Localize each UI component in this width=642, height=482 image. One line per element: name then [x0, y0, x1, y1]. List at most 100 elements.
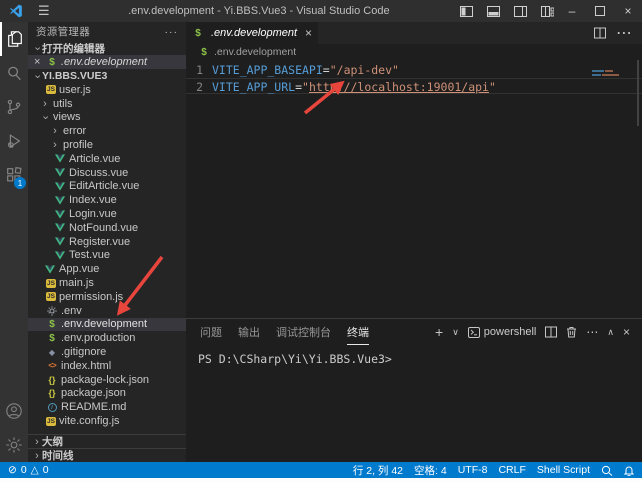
settings-gear-icon[interactable] — [0, 428, 28, 462]
chevron-right-icon: › — [50, 139, 60, 151]
tree-item-main.js[interactable]: JSmain.js — [28, 276, 186, 290]
split-terminal-icon[interactable] — [545, 326, 557, 338]
code-editor[interactable]: 1VITE_APP_BASEAPI="/api-dev"2VITE_APP_UR… — [186, 60, 642, 318]
tree-item-editarticle.vue[interactable]: EditArticle.vue — [28, 180, 186, 194]
breadcrumb-file-label: .env.development — [214, 46, 296, 58]
file-label: Login.vue — [69, 208, 117, 220]
code-line-1[interactable]: 1VITE_APP_BASEAPI="/api-dev" — [186, 62, 642, 78]
tree-item-views[interactable]: ›views — [28, 111, 186, 125]
panel-tab-3[interactable]: 终端 — [347, 320, 369, 345]
toggle-secondary-sidebar-icon[interactable] — [514, 6, 527, 17]
chevron-down-icon: › — [40, 113, 52, 123]
panel-tab-1[interactable]: 输出 — [238, 320, 260, 345]
tree-item-package.json[interactable]: {}package.json — [28, 387, 186, 401]
account-icon[interactable] — [0, 394, 28, 428]
tree-item-permission.js[interactable]: JSpermission.js — [28, 290, 186, 304]
code-line-2[interactable]: 2VITE_APP_URL="http://localhost:19001/ap… — [186, 78, 642, 94]
status-item-2[interactable]: UTF-8 — [458, 464, 488, 476]
minimize-button[interactable]: – — [558, 0, 586, 22]
toggle-panel-icon[interactable] — [487, 6, 500, 17]
panel-tab-bar: 问题输出调试控制台终端 + ∨ powershell ⋯ ∧ × — [186, 319, 642, 345]
status-item-4[interactable]: Shell Script — [537, 464, 590, 476]
maximize-panel-icon[interactable]: ∧ — [607, 327, 614, 338]
breadcrumb[interactable]: $ .env.development — [186, 44, 642, 60]
tree-item-notfound.vue[interactable]: NotFound.vue — [28, 221, 186, 235]
notifications-bell-icon[interactable] — [624, 465, 634, 476]
timeline-section[interactable]: › 时间线 — [28, 448, 186, 462]
terminal-output[interactable]: PS D:\CSharp\Yi\Yi.BBS.Vue3> — [186, 345, 642, 366]
sidebar-more-actions-icon[interactable]: ··· — [165, 26, 179, 38]
tree-item-user.js[interactable]: JSuser.js — [28, 83, 186, 97]
dollar-env-icon: $ — [192, 28, 204, 39]
tree-item-utils[interactable]: ›utils — [28, 97, 186, 111]
menu-hamburger-icon[interactable]: ☰ — [30, 3, 58, 19]
close-editor-icon[interactable]: × — [34, 56, 46, 68]
split-editor-icon[interactable] — [594, 27, 606, 39]
outline-section[interactable]: › 大纲 — [28, 434, 186, 448]
tree-item-.gitignore[interactable]: ◆.gitignore — [28, 345, 186, 359]
search-icon[interactable] — [0, 56, 28, 90]
tree-item-article.vue[interactable]: Article.vue — [28, 152, 186, 166]
tab-env-development[interactable]: $ .env.development × — [186, 22, 318, 44]
tree-item-vite.config.js[interactable]: JSvite.config.js — [28, 414, 186, 428]
chevron-right-icon: › — [50, 125, 60, 137]
editor-more-actions-icon[interactable]: ⋯ — [616, 23, 632, 43]
dollar-env-icon: $ — [46, 333, 58, 344]
editor-scrollbar[interactable] — [637, 60, 639, 126]
errors-icon: ⊘ — [8, 464, 17, 476]
tree-item-profile[interactable]: ›profile — [28, 138, 186, 152]
chevron-right-icon: › — [40, 98, 50, 110]
status-item-0[interactable]: 行 2, 列 42 — [353, 463, 403, 478]
workspace-label: YI.BBS.VUE3 — [42, 70, 107, 82]
open-editor-label: .env.development — [61, 56, 147, 68]
close-panel-icon[interactable]: × — [623, 325, 630, 339]
kill-terminal-trash-icon[interactable] — [566, 326, 577, 338]
workspace-section[interactable]: › YI.BBS.VUE3 — [28, 69, 186, 83]
tree-item-discuss.vue[interactable]: Discuss.vue — [28, 166, 186, 180]
tree-item-index.vue[interactable]: Index.vue — [28, 193, 186, 207]
file-label: .env.production — [61, 332, 135, 344]
open-editor-item[interactable]: ×$.env.development — [28, 55, 186, 69]
close-window-button[interactable]: × — [614, 0, 642, 22]
toggle-sidebar-icon[interactable] — [460, 6, 473, 17]
maximize-button[interactable] — [586, 0, 614, 22]
new-terminal-icon[interactable]: + — [435, 324, 443, 340]
terminal-dropdown-icon[interactable]: ∨ — [452, 327, 459, 338]
tree-item-.env.production[interactable]: $.env.production — [28, 331, 186, 345]
screenshot-edge — [0, 478, 642, 482]
tree-item-app.vue[interactable]: App.vue — [28, 262, 186, 276]
tab-label: .env.development — [211, 27, 301, 39]
file-label: NotFound.vue — [69, 222, 138, 234]
feedback-icon[interactable] — [601, 465, 613, 476]
line-number: 1 — [186, 62, 212, 78]
status-item-3[interactable]: CRLF — [498, 464, 525, 476]
line-content: VITE_APP_URL="http://localhost:19001/api… — [212, 79, 496, 93]
tree-item-login.vue[interactable]: Login.vue — [28, 207, 186, 221]
title-bar: ☰ .env.development - Yi.BBS.Vue3 - Visua… — [0, 0, 642, 22]
minimap[interactable] — [592, 70, 620, 78]
panel-tab-2[interactable]: 调试控制台 — [276, 320, 331, 345]
file-tree: JSuser.js›utils›views›error›profileArtic… — [28, 83, 186, 434]
tree-item-register.vue[interactable]: Register.vue — [28, 235, 186, 249]
panel-tab-0[interactable]: 问题 — [200, 320, 222, 345]
tree-item-.env.development[interactable]: $.env.development — [28, 318, 186, 332]
tree-item-readme.md[interactable]: iREADME.md — [28, 400, 186, 414]
run-and-debug-icon[interactable] — [0, 124, 28, 158]
status-item-1[interactable]: 空格: 4 — [414, 463, 447, 478]
explorer-icon[interactable] — [0, 22, 28, 56]
tree-item-error[interactable]: ›error — [28, 124, 186, 138]
extensions-icon[interactable]: 1 — [0, 158, 28, 192]
source-control-icon[interactable] — [0, 90, 28, 124]
close-tab-icon[interactable]: × — [305, 26, 312, 40]
tree-item-.env[interactable]: .env — [28, 304, 186, 318]
terminal-instance[interactable]: powershell — [468, 326, 537, 338]
open-editors-section[interactable]: › 打开的编辑器 — [28, 41, 186, 55]
tree-item-test.vue[interactable]: Test.vue — [28, 249, 186, 263]
vue-icon — [54, 251, 66, 260]
customize-layout-icon[interactable] — [541, 6, 554, 17]
problems-status[interactable]: ⊘ 0 △ 0 — [8, 464, 49, 476]
file-label: Test.vue — [69, 249, 110, 261]
tree-item-package-lock.json[interactable]: {}package-lock.json — [28, 373, 186, 387]
panel-more-actions-icon[interactable]: ⋯ — [586, 325, 598, 339]
tree-item-index.html[interactable]: <>index.html — [28, 359, 186, 373]
